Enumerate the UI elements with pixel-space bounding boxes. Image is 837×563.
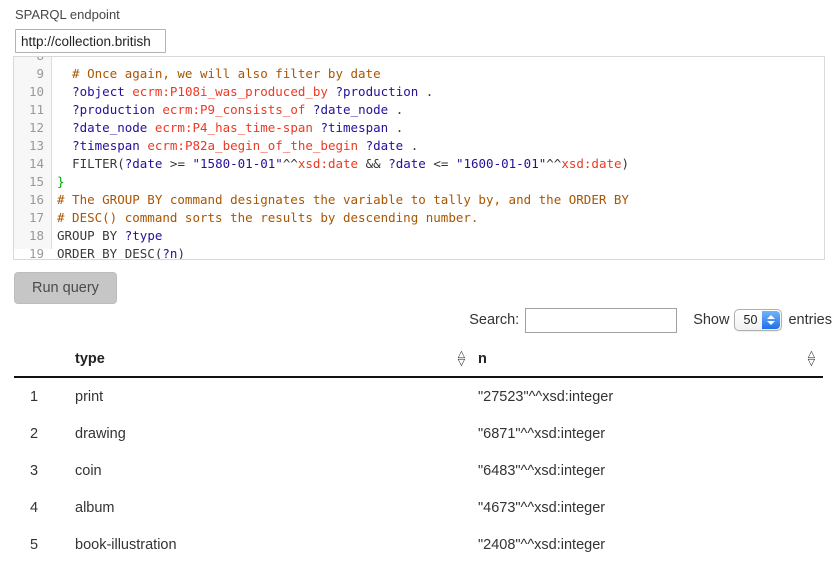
line-number: 17: [14, 209, 44, 227]
editor-code: # Once again, we will also filter by dat…: [52, 56, 824, 249]
code-line: ?date_node ecrm:P4_has_time-span ?timesp…: [57, 119, 824, 137]
code-line: }: [57, 173, 824, 191]
line-number: 19: [14, 245, 44, 260]
code-line: # The GROUP BY command designates the va…: [57, 191, 824, 209]
table-row: 5book-illustration"2408"^^xsd:integer: [14, 526, 823, 563]
page-size-select[interactable]: 50: [734, 309, 782, 331]
table-row: 3coin"6483"^^xsd:integer: [14, 452, 823, 489]
sort-icon[interactable]: △▽: [458, 351, 465, 367]
line-number: 16: [14, 191, 44, 209]
line-number: 13: [14, 137, 44, 155]
results-table-body: 1print"27523"^^xsd:integer2drawing"6871"…: [14, 377, 823, 563]
cell-type: book-illustration: [74, 526, 477, 563]
cell-n: "2408"^^xsd:integer: [477, 526, 823, 563]
line-number: 9: [14, 65, 44, 83]
line-number: 10: [14, 83, 44, 101]
search-input[interactable]: [525, 308, 677, 333]
row-index: 2: [14, 415, 74, 452]
header-n-label: n: [478, 351, 487, 367]
row-index: 4: [14, 489, 74, 526]
results-table: type △▽ n △▽ 1print"27523"^^xsd:integer2…: [14, 342, 823, 563]
entries-label: entries: [788, 312, 832, 328]
sort-icon[interactable]: △▽: [808, 351, 815, 367]
code-line: [57, 56, 824, 65]
code-line: ORDER BY DESC(?n): [57, 245, 824, 260]
row-index: 5: [14, 526, 74, 563]
cell-n: "4673"^^xsd:integer: [477, 489, 823, 526]
cell-type: print: [74, 377, 477, 415]
sparql-code-editor[interactable]: 8910111213141516171819 # Once again, we …: [13, 56, 825, 260]
line-number: 8: [14, 56, 44, 65]
table-row: 4album"4673"^^xsd:integer: [14, 489, 823, 526]
line-number: 12: [14, 119, 44, 137]
select-stepper-icon: [762, 311, 780, 329]
table-row: 1print"27523"^^xsd:integer: [14, 377, 823, 415]
header-index: [14, 342, 74, 377]
code-line: ?object ecrm:P108i_was_produced_by ?prod…: [57, 83, 824, 101]
cell-n: "27523"^^xsd:integer: [477, 377, 823, 415]
editor-scroll-content: 8910111213141516171819 # Once again, we …: [14, 56, 824, 249]
code-line: GROUP BY ?type: [57, 227, 824, 245]
cell-n: "6483"^^xsd:integer: [477, 452, 823, 489]
line-number: 14: [14, 155, 44, 173]
cell-type: coin: [74, 452, 477, 489]
line-number: 15: [14, 173, 44, 191]
show-entries-label: Show: [693, 312, 729, 328]
row-index: 1: [14, 377, 74, 415]
header-type-label: type: [75, 351, 105, 367]
row-index: 3: [14, 452, 74, 489]
code-line: # DESC() command sorts the results by de…: [57, 209, 824, 227]
line-number: 11: [14, 101, 44, 119]
table-row: 2drawing"6871"^^xsd:integer: [14, 415, 823, 452]
endpoint-label: SPARQL endpoint: [15, 7, 120, 22]
search-label: Search:: [469, 312, 519, 328]
code-line: ?timespan ecrm:P82a_begin_of_the_begin ?…: [57, 137, 824, 155]
line-number: 18: [14, 227, 44, 245]
cell-type: drawing: [74, 415, 477, 452]
endpoint-input[interactable]: [15, 29, 166, 53]
sparql-query-app: { "endpoint": { "label": "SPARQL endpoin…: [0, 0, 837, 549]
table-header-row: type △▽ n △▽: [14, 342, 823, 377]
editor-gutter: 8910111213141516171819: [14, 56, 52, 249]
cell-n: "6871"^^xsd:integer: [477, 415, 823, 452]
cell-type: album: [74, 489, 477, 526]
code-line: FILTER(?date >= "1580-01-01"^^xsd:date &…: [57, 155, 824, 173]
header-type[interactable]: type △▽: [74, 342, 477, 377]
table-controls: Search: Show 50 entries: [469, 306, 832, 334]
run-query-button[interactable]: Run query: [14, 272, 117, 304]
code-line: # Once again, we will also filter by dat…: [57, 65, 824, 83]
header-n[interactable]: n △▽: [477, 342, 823, 377]
code-line: ?production ecrm:P9_consists_of ?date_no…: [57, 101, 824, 119]
